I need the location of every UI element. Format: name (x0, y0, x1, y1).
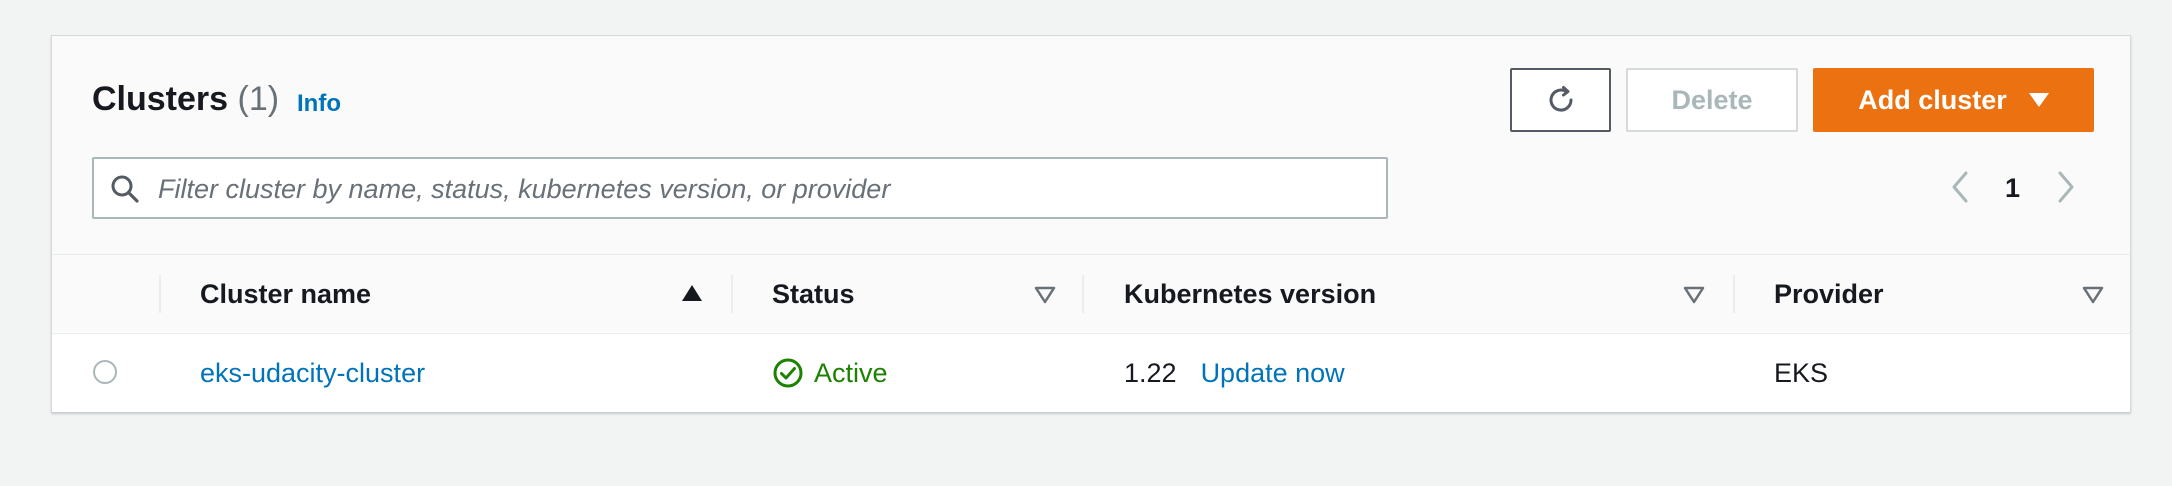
column-divider (731, 275, 733, 313)
info-link[interactable]: Info (297, 90, 341, 118)
refresh-icon (1549, 86, 1573, 112)
provider-cell: EKS (1774, 334, 1828, 412)
column-divider (1733, 275, 1735, 313)
sort-icon[interactable] (1683, 285, 1705, 305)
column-header-status[interactable]: Status (772, 255, 855, 333)
column-header-kubernetes-version[interactable]: Kubernetes version (1124, 255, 1376, 333)
cluster-name-cell: eks-udacity-cluster (200, 334, 425, 412)
column-label: Status (772, 278, 855, 309)
kubernetes-version-cell: 1.22 Update now (1124, 334, 1345, 412)
cluster-count: (1) (237, 80, 280, 118)
refresh-button[interactable] (1510, 68, 1611, 132)
table-header: Cluster name Status Kubernetes version P… (52, 255, 2130, 334)
chevron-right-icon[interactable] (2056, 170, 2076, 204)
column-divider (1082, 275, 1084, 313)
search-icon (111, 175, 139, 203)
add-cluster-button[interactable]: Add cluster (1813, 68, 2094, 132)
column-divider (159, 275, 161, 313)
add-cluster-label: Add cluster (1858, 84, 2007, 115)
column-label: Cluster name (200, 278, 372, 309)
status-cell: Active (772, 334, 888, 412)
chevron-left-icon[interactable] (1950, 170, 1970, 204)
table-row[interactable]: eks-udacity-cluster Active 1.22 Update n… (52, 334, 2130, 412)
panel-header: Clusters (1) Info Delete Add cluster 1 (52, 36, 2130, 255)
status-text: Active (814, 357, 888, 388)
caret-down-icon (2028, 93, 2049, 107)
search-input[interactable] (156, 165, 1370, 213)
row-select-radio[interactable] (93, 360, 117, 384)
column-label: Kubernetes version (1124, 278, 1377, 309)
sort-ascending-icon[interactable] (681, 283, 703, 303)
title-text: Clusters (92, 80, 229, 118)
column-label: Provider (1774, 278, 1884, 309)
cluster-name-link[interactable]: eks-udacity-cluster (200, 358, 425, 389)
page-number[interactable]: 1 (2005, 173, 2020, 204)
sort-icon[interactable] (1034, 285, 1056, 305)
page-title: Clusters (1) (92, 80, 279, 119)
sort-icon[interactable] (2082, 285, 2104, 305)
search-field[interactable] (92, 157, 1388, 219)
column-header-cluster-name[interactable]: Cluster name (200, 255, 371, 333)
kubernetes-version-value: 1.22 (1124, 357, 1177, 388)
delete-button[interactable]: Delete (1626, 68, 1798, 132)
check-circle-icon (773, 358, 803, 388)
update-now-link[interactable]: Update now (1201, 358, 1345, 389)
column-header-provider[interactable]: Provider (1774, 255, 1884, 333)
status-badge: Active (772, 357, 888, 389)
provider-value: EKS (1774, 357, 1829, 388)
clusters-panel: Clusters (1) Info Delete Add cluster 1 (51, 35, 2131, 412)
